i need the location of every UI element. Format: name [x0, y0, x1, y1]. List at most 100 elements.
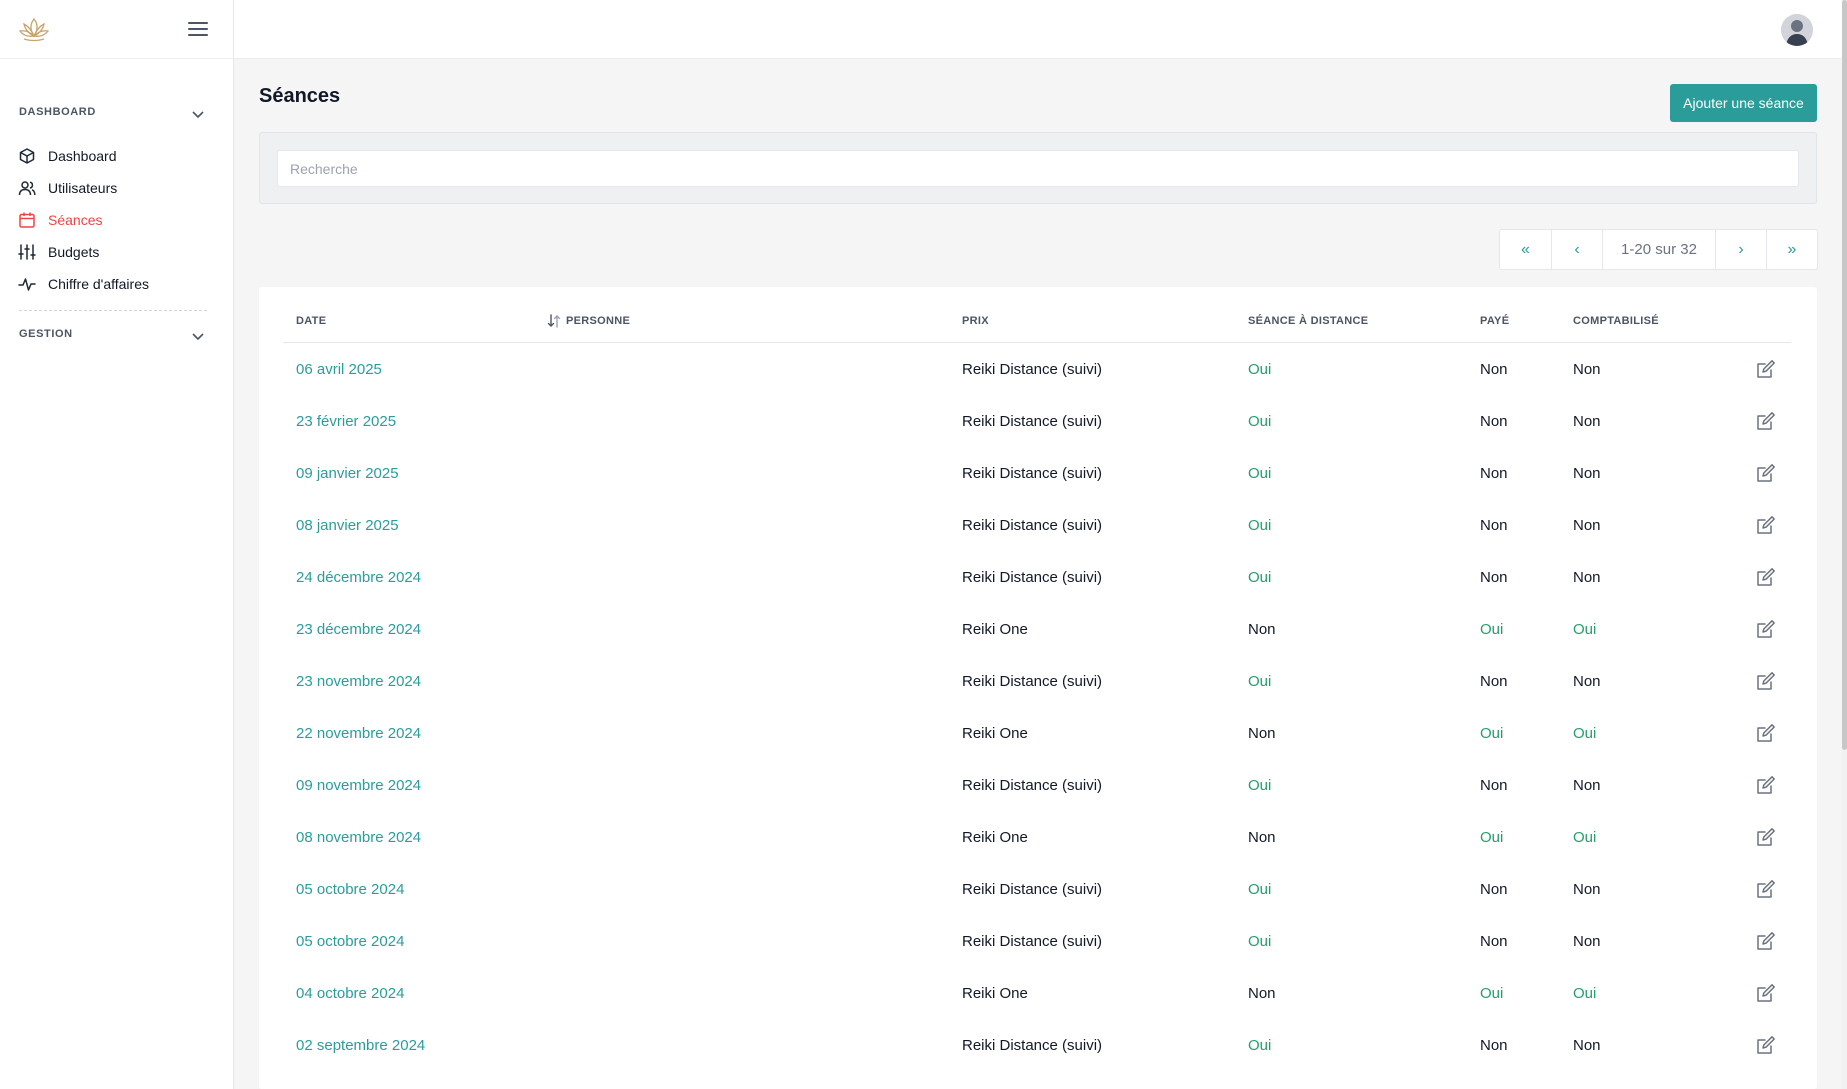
cell-seance-distance: Oui — [1248, 1037, 1272, 1054]
table-row: 09 novembre 2024 Reiki Distance (suivi) Ou… — [283, 760, 1791, 812]
cell-date[interactable]: 08 janvier 2025 — [296, 517, 399, 534]
table-body: 06 avril 2025 Reiki Distance (suivi) Oui No… — [283, 344, 1791, 1072]
cell-prix: Reiki Distance (suivi) — [962, 673, 1103, 690]
column-header-paye: PAYÉ — [1480, 315, 1510, 327]
cell-seance-distance: Non — [1248, 621, 1276, 638]
cell-paye: Oui — [1480, 725, 1504, 742]
table-row: 23 février 2025 Reiki Distance (suivi) Oui… — [283, 396, 1791, 448]
cell-seance-distance: Non — [1248, 725, 1276, 742]
cell-paye: Non — [1480, 673, 1508, 690]
sidebar-item-label: Utilisateurs — [48, 180, 118, 196]
column-header-comptabilise: COMPTABILISÉ — [1573, 315, 1659, 327]
section-dashboard-label: DASHBOARD — [19, 106, 96, 118]
column-header-date[interactable]: DATE — [296, 315, 326, 327]
sidebar-item-label: Budgets — [48, 244, 100, 260]
next-page-button[interactable]: › — [1715, 230, 1766, 269]
cell-date[interactable]: 23 février 2025 — [296, 413, 396, 430]
cell-paye: Non — [1480, 413, 1508, 430]
cell-date[interactable]: 09 novembre 2024 — [296, 777, 421, 794]
last-page-button[interactable]: » — [1766, 230, 1817, 269]
edit-icon[interactable] — [1755, 566, 1777, 588]
sidebar-item-budgets[interactable]: Budgets — [0, 236, 234, 268]
cell-seance-distance: Non — [1248, 829, 1276, 846]
edit-icon[interactable] — [1755, 774, 1777, 796]
cell-comptabilise: Non — [1573, 361, 1601, 378]
sidebar-item-seances[interactable]: Séances — [0, 204, 234, 236]
cell-seance-distance: Non — [1248, 985, 1276, 1002]
calendar-icon — [19, 212, 35, 228]
edit-icon[interactable] — [1755, 982, 1777, 1004]
cell-prix: Reiki Distance (suivi) — [962, 465, 1103, 482]
prev-page-button[interactable]: ‹ — [1551, 230, 1602, 269]
edit-icon[interactable] — [1755, 670, 1777, 692]
activity-icon — [18, 278, 36, 291]
cell-paye: Oui — [1480, 829, 1504, 846]
hamburger-menu-icon[interactable] — [186, 18, 210, 40]
cell-date[interactable]: 04 octobre 2024 — [296, 985, 404, 1002]
cell-prix: Reiki One — [962, 725, 1028, 742]
edit-icon[interactable] — [1755, 358, 1777, 380]
edit-icon[interactable] — [1755, 722, 1777, 744]
cell-seance-distance: Oui — [1248, 465, 1272, 482]
cell-date[interactable]: 24 décembre 2024 — [296, 569, 421, 586]
search-input[interactable] — [277, 150, 1799, 187]
cell-paye: Non — [1480, 933, 1508, 950]
cell-prix: Reiki One — [962, 985, 1028, 1002]
cell-comptabilise: Non — [1573, 517, 1601, 534]
cell-date[interactable]: 23 décembre 2024 — [296, 621, 421, 638]
column-header-personne: PERSONNE — [566, 315, 631, 327]
edit-icon[interactable] — [1755, 1034, 1777, 1056]
cell-paye: Non — [1480, 1037, 1508, 1054]
cell-prix: Reiki One — [962, 621, 1028, 638]
cell-comptabilise: Non — [1573, 777, 1601, 794]
cell-paye: Non — [1480, 569, 1508, 586]
cell-paye: Oui — [1480, 985, 1504, 1002]
pagination-info: 1-20 sur 32 — [1602, 230, 1715, 269]
cell-date[interactable]: 23 novembre 2024 — [296, 673, 421, 690]
cell-comptabilise: Non — [1573, 413, 1601, 430]
first-page-button[interactable]: « — [1500, 230, 1551, 269]
sidebar-item-dashboard[interactable]: Dashboard — [0, 140, 234, 172]
cell-paye: Non — [1480, 777, 1508, 794]
cell-date[interactable]: 05 octobre 2024 — [296, 933, 404, 950]
edit-icon[interactable] — [1755, 826, 1777, 848]
cell-date[interactable]: 06 avril 2025 — [296, 361, 382, 378]
edit-icon[interactable] — [1755, 618, 1777, 640]
scrollbar-thumb[interactable] — [1842, 0, 1847, 750]
search-panel — [259, 132, 1817, 204]
cell-paye: Non — [1480, 361, 1508, 378]
cell-date[interactable]: 02 septembre 2024 — [296, 1037, 425, 1054]
cell-prix: Reiki Distance (suivi) — [962, 517, 1103, 534]
edit-icon[interactable] — [1755, 930, 1777, 952]
sidebar-item-utilisateurs[interactable]: Utilisateurs — [0, 172, 234, 204]
edit-icon[interactable] — [1755, 878, 1777, 900]
sidebar: DASHBOARD Dashboard Utilisateurs Séances… — [0, 0, 234, 1089]
cell-comptabilise: Non — [1573, 881, 1601, 898]
cell-prix: Reiki One — [962, 829, 1028, 846]
cell-comptabilise: Non — [1573, 933, 1601, 950]
lotus-logo-icon[interactable] — [18, 15, 50, 45]
cell-date[interactable]: 08 novembre 2024 — [296, 829, 421, 846]
cell-prix: Reiki Distance (suivi) — [962, 569, 1103, 586]
cell-date[interactable]: 22 novembre 2024 — [296, 725, 421, 742]
cell-comptabilise: Oui — [1573, 725, 1597, 742]
sort-icon[interactable] — [546, 313, 562, 329]
cell-seance-distance: Oui — [1248, 881, 1272, 898]
section-dashboard-toggle[interactable]: DASHBOARD — [0, 98, 234, 128]
edit-icon[interactable] — [1755, 462, 1777, 484]
edit-icon[interactable] — [1755, 410, 1777, 432]
cell-seance-distance: Oui — [1248, 569, 1272, 586]
cell-comptabilise: Non — [1573, 1037, 1601, 1054]
pagination: « ‹ 1-20 sur 32 › » — [1499, 229, 1818, 270]
seances-table-card: DATE PERSONNE PRIX SÉANCE À DISTANCE PAY… — [259, 287, 1817, 1089]
add-seance-button[interactable]: Ajouter une séance — [1670, 84, 1817, 122]
table-row: 08 janvier 2025 Reiki Distance (suivi) Oui… — [283, 500, 1791, 552]
cell-date[interactable]: 05 octobre 2024 — [296, 881, 404, 898]
cell-date[interactable]: 09 janvier 2025 — [296, 465, 399, 482]
table-row: 22 novembre 2024 Reiki One Non Oui Oui — [283, 708, 1791, 760]
edit-icon[interactable] — [1755, 514, 1777, 536]
section-gestion-toggle[interactable]: GESTION — [0, 320, 234, 350]
sidebar-item-chiffre-affaires[interactable]: Chiffre d'affaires — [0, 268, 234, 300]
sidebar-divider — [19, 310, 207, 311]
user-avatar[interactable] — [1781, 14, 1813, 46]
